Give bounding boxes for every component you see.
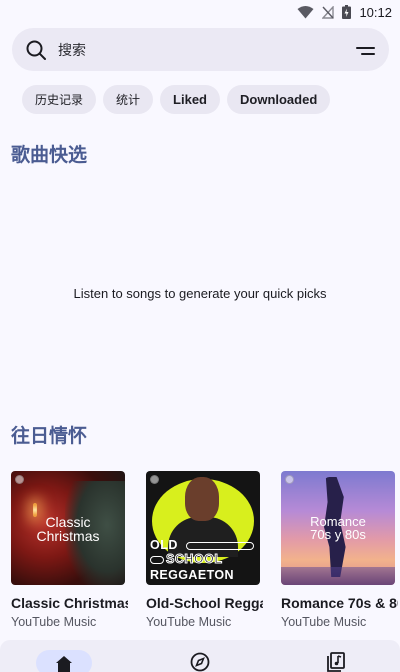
album-title: Romance 70s & 80s (281, 595, 398, 611)
chip-downloaded[interactable]: Downloaded (227, 85, 331, 114)
wifi-icon (297, 5, 314, 19)
person-image (185, 477, 219, 521)
album-item[interactable]: Romance 70s y 80s Romance 70s & 80s YouT… (281, 471, 398, 629)
nostalgia-list: Classic Christmas Classic Christmas YouT… (11, 471, 398, 629)
album-subtitle: YouTube Music (11, 615, 97, 629)
art-text-line: REGGAETON (150, 568, 234, 582)
badge-icon (285, 475, 294, 484)
art-text-line: SCHOOL (165, 552, 223, 567)
album-art[interactable]: OLD SCHOOL REGGAETON (146, 471, 260, 585)
album-item[interactable]: Classic Christmas Classic Christmas YouT… (11, 471, 128, 629)
art-text-line: Christmas (36, 528, 100, 544)
album-art-text: Classic Christmas (11, 515, 125, 543)
bottom-nav (0, 640, 400, 672)
album-subtitle: YouTube Music (281, 615, 367, 629)
badge-icon (15, 475, 24, 484)
home-icon[interactable] (55, 650, 73, 672)
album-art[interactable]: Classic Christmas (11, 471, 125, 585)
chip-history[interactable]: 历史记录 (22, 85, 97, 114)
album-subtitle: YouTube Music (146, 615, 232, 629)
nav-library[interactable] (308, 650, 364, 672)
status-time: 10:12 (359, 4, 392, 20)
nostalgia-title: 往日情怀 (11, 425, 88, 447)
status-bar: 10:12 (0, 0, 400, 24)
filter-chips: 历史记录 统计 Liked Downloaded (22, 85, 331, 114)
menu-icon[interactable] (355, 43, 375, 57)
art-decoration (186, 542, 254, 550)
nav-explore[interactable] (172, 650, 228, 672)
battery-charging-icon (342, 5, 352, 19)
album-art-text: Romance 70s y 80s (281, 515, 395, 541)
chip-liked[interactable]: Liked (160, 85, 220, 114)
quick-picks-empty-message: Listen to songs to generate your quick p… (73, 286, 327, 301)
badge-icon (150, 475, 159, 484)
explore-icon[interactable] (190, 650, 210, 672)
art-decoration (281, 567, 395, 585)
album-item[interactable]: OLD SCHOOL REGGAETON Old-School Reggaeto… (146, 471, 263, 629)
art-text-line: 70s y 80s (310, 527, 366, 542)
album-title: Classic Christmas (11, 595, 128, 611)
no-signal-icon (322, 5, 335, 19)
search-icon[interactable] (26, 40, 46, 60)
chip-stats[interactable]: 统计 (103, 85, 154, 114)
art-text-line: OLD (150, 538, 178, 552)
search-bar[interactable]: 搜索 (12, 28, 389, 71)
art-text-line: Classic (45, 514, 91, 530)
library-icon[interactable] (327, 650, 345, 672)
quick-picks-title: 歌曲快选 (11, 144, 88, 166)
art-decoration (150, 556, 164, 564)
nav-home[interactable] (36, 650, 92, 672)
album-art[interactable]: Romance 70s y 80s (281, 471, 395, 585)
search-input[interactable]: 搜索 (58, 40, 355, 60)
album-title: Old-School Reggaeton (146, 595, 263, 611)
